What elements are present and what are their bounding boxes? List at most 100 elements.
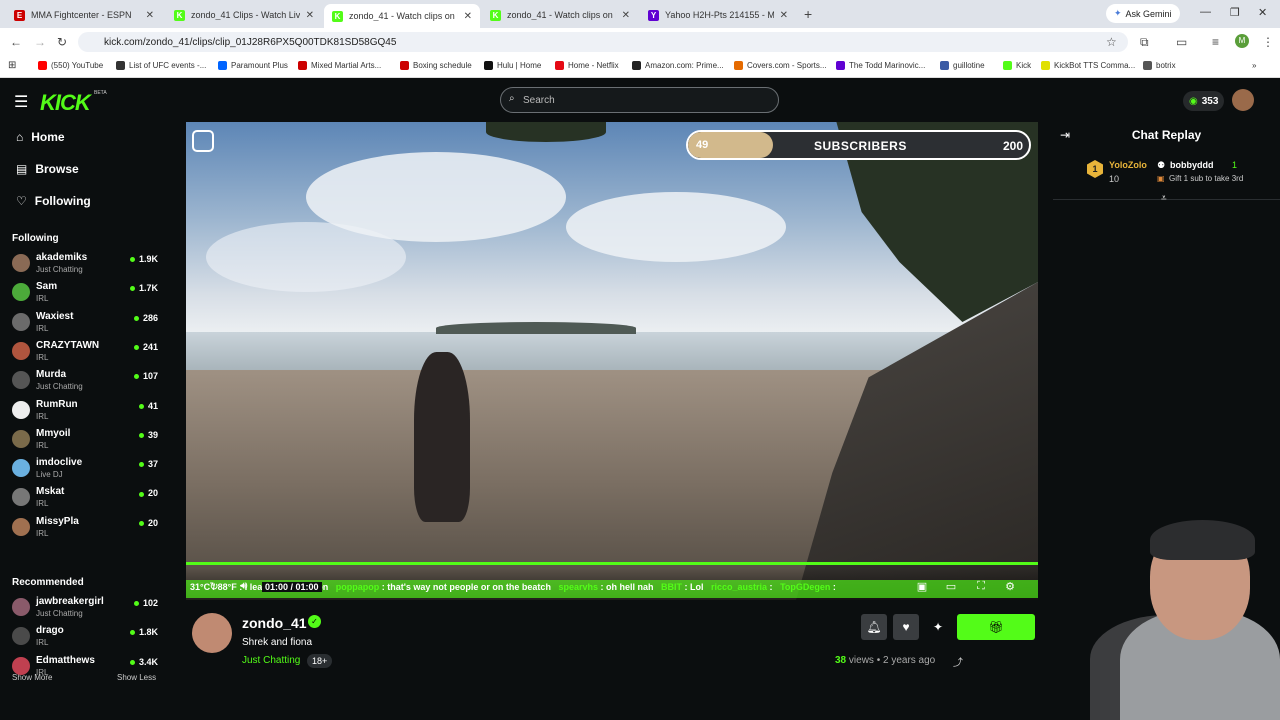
bookmark-item[interactable]: Boxing schedule (400, 61, 472, 70)
top-gifter-name: YoloZolo (1109, 160, 1147, 170)
channel-name: drago (36, 625, 64, 637)
menu-icon[interactable]: ⋮ (1262, 35, 1274, 49)
gifter-name: bobbyddd (1170, 160, 1214, 170)
pip-icon[interactable]: ▭ (943, 580, 959, 596)
sidebar-channel[interactable]: Sam IRL 1.7K (12, 281, 162, 309)
kick-logo[interactable]: KICK (40, 90, 91, 116)
bookmark-label: Covers.com - Sports... (747, 61, 827, 70)
sidebar-channel[interactable]: jawbreakergirl Just Chatting 102 (12, 596, 162, 624)
sidebar-channel[interactable]: MissyPla IRL 20 (12, 516, 162, 544)
sparkle-icon[interactable]: ✦ (925, 614, 951, 640)
webcam-cap (1150, 520, 1255, 560)
fullscreen-icon[interactable]: ⛶ (973, 580, 989, 596)
tab-favicon: Y (648, 9, 659, 21)
bell-icon[interactable]: 🔔︎ (861, 614, 887, 640)
channel-avatar (12, 400, 30, 419)
beta-label: BETA (94, 90, 107, 96)
hamburger-menu-icon[interactable]: ☰ (14, 92, 28, 112)
bookmark-item[interactable]: Covers.com - Sports... (734, 61, 827, 70)
browser-tab[interactable]: Kzondo_41 - Watch clips on Kick ✕ (482, 4, 638, 26)
profile-avatar[interactable]: M (1235, 34, 1249, 48)
sidebar-channel[interactable]: RumRun IRL 41 (12, 399, 162, 427)
bookmark-favicon (218, 61, 227, 70)
bookmark-item[interactable]: The Todd Marinovic... (836, 61, 925, 70)
sidebar-channel[interactable]: Mmyoil IRL 39 (12, 428, 162, 456)
browser-tab[interactable]: Y Yahoo H2H-Pts 214155 - Mr. Bo ✕ (640, 4, 796, 26)
apps-icon[interactable]: ⊞ (8, 60, 16, 71)
close-tab-icon[interactable]: ✕ (464, 11, 472, 22)
url-field[interactable]: kick.com/zondo_41/clips/clip_01J28R6PX5Q… (78, 32, 1128, 52)
bookmark-favicon (1003, 61, 1012, 70)
bookmark-label: List of UFC events -... (129, 61, 207, 70)
ticker-user: TopGDegen (780, 582, 831, 592)
nav-home[interactable]: ⌂ Home (16, 130, 65, 144)
views-count: 38 (835, 655, 847, 666)
bookmark-item[interactable]: Hulu | Home (484, 61, 541, 70)
reload-icon[interactable]: ↻ (57, 35, 67, 49)
media-icon[interactable]: ≡ (1212, 35, 1219, 49)
new-tab-button[interactable]: + (804, 6, 812, 22)
sidebar-channel[interactable]: Edmatthews IRL 3.4K (12, 655, 162, 683)
replay-icon[interactable]: ↻ (206, 580, 222, 596)
sidebar-channel[interactable]: Mskat IRL 20 (12, 486, 162, 514)
bookmark-item[interactable]: (550) YouTube (38, 61, 103, 70)
more-bookmarks-icon[interactable]: » (1252, 61, 1256, 70)
bookmark-item[interactable]: Amazon.com: Prime... (632, 61, 724, 70)
streamer-name[interactable]: zondo_41 (242, 615, 307, 631)
sidebar-channel[interactable]: Murda Just Chatting 107 (12, 369, 162, 397)
sidebar-channel[interactable]: imdoclive Live DJ 37 (12, 457, 162, 485)
bookmark-item[interactable]: Mixed Martial Arts... (298, 61, 381, 70)
browser-tab[interactable]: Kzondo_41 - Watch clips on Kick ✕ (324, 4, 480, 28)
close-tab-icon[interactable]: ✕ (146, 10, 154, 21)
settings-icon[interactable]: ⚙ (1002, 580, 1018, 596)
bookmark-label: KickBot TTS Comma... (1054, 61, 1136, 70)
close-window-icon[interactable]: ✕ (1258, 6, 1267, 19)
close-tab-icon[interactable]: ✕ (306, 10, 314, 21)
bookmark-item[interactable]: botrix (1143, 61, 1176, 70)
browser-tab[interactable]: E MMA Fightcenter - ESPN ✕ (6, 4, 162, 26)
volume-icon[interactable]: 🔊︎ (236, 580, 252, 596)
channel-viewers: 1.9K (130, 254, 158, 264)
bookmark-favicon (632, 61, 641, 70)
nav-following[interactable]: ♡ Following (16, 194, 91, 208)
sidebar-channel[interactable]: akademiks Just Chatting 1.9K (12, 252, 162, 280)
bookmark-item[interactable]: guillotine (940, 61, 985, 70)
sidebar-channel[interactable]: Waxiest IRL 286 (12, 311, 162, 339)
share-icon[interactable]: ⤴ (953, 654, 963, 669)
heart-icon[interactable]: ♥ (893, 614, 919, 640)
maximize-icon[interactable]: ❐ (1230, 6, 1240, 19)
ask-gemini-button[interactable]: ✦ Ask Gemini (1106, 4, 1180, 23)
bookmark-item[interactable]: KickBot TTS Comma... (1041, 61, 1135, 70)
bookmark-item[interactable]: List of UFC events -... (116, 61, 206, 70)
bookmark-item[interactable]: Kick (1003, 61, 1031, 70)
minimize-icon[interactable]: — (1200, 6, 1211, 18)
sidebar-channel[interactable]: CRAZYTAWN IRL 241 (12, 340, 162, 368)
cast-icon[interactable]: ▭ (1176, 35, 1187, 49)
video-tree (486, 122, 606, 142)
close-tab-icon[interactable]: ✕ (780, 10, 788, 21)
category-link[interactable]: Just Chatting (242, 655, 300, 666)
forward-icon[interactable]: → (34, 35, 46, 49)
search-input[interactable]: ⌕ Search (500, 87, 779, 113)
points-badge[interactable]: ◉ 353 (1183, 91, 1225, 111)
nav-browse[interactable]: ▤ Browse (16, 162, 79, 176)
video-player[interactable]: 49 SUBSCRIBERS 200 31°C / 88°F : I learn… (186, 122, 1038, 600)
sidebar-channel[interactable]: drago IRL 1.8K (12, 625, 162, 653)
expand-icon[interactable]: ⩡ (1161, 193, 1167, 204)
bookmark-item[interactable]: Home - Netflix (555, 61, 619, 70)
bookmark-star-icon[interactable]: ☆ (1106, 35, 1117, 49)
extensions-icon[interactable]: ⧉ (1140, 35, 1149, 50)
channel-category: IRL (36, 499, 49, 509)
gift-sub-button[interactable]: 🎁︎ (957, 614, 1035, 640)
close-tab-icon[interactable]: ✕ (622, 10, 630, 21)
user-avatar[interactable] (1232, 89, 1254, 111)
streamer-avatar[interactable] (192, 613, 232, 653)
bookmark-item[interactable]: Paramount Plus (218, 61, 288, 70)
bookmark-favicon (1041, 61, 1050, 70)
channel-name: RumRun (36, 398, 78, 410)
browser-tab[interactable]: Kzondo_41 Clips - Watch Live on Kick ✕ (166, 4, 322, 26)
back-icon[interactable]: ← (10, 35, 22, 49)
tab-favicon: K (490, 9, 501, 21)
theater-mode-icon[interactable]: ▣ (914, 580, 930, 596)
progress-bar[interactable] (186, 562, 1038, 565)
